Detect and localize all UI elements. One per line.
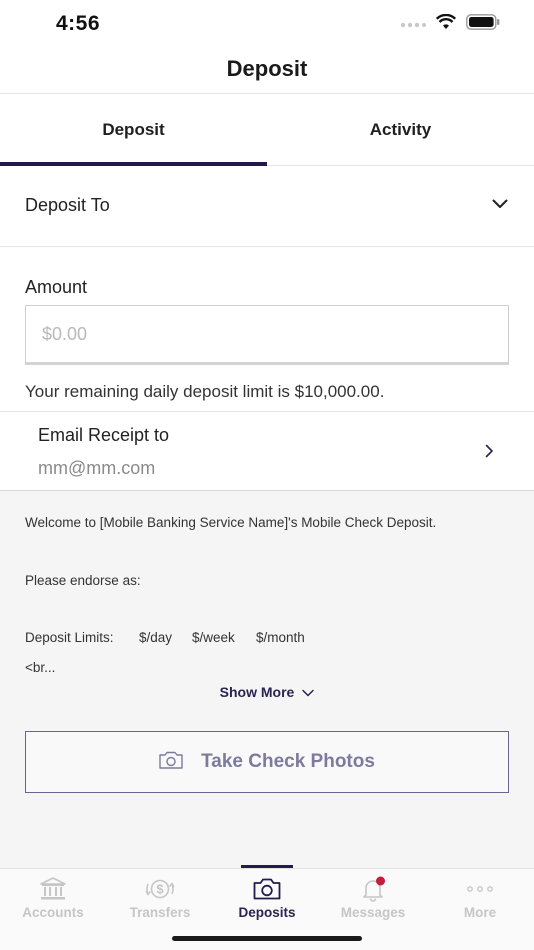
bank-icon (39, 875, 67, 903)
active-tab-indicator (241, 865, 293, 868)
status-time: 4:56 (56, 12, 101, 35)
deposit-info-panel: Welcome to [Mobile Banking Service Name]… (0, 491, 534, 869)
deposit-to-label: Deposit To (25, 195, 110, 215)
wifi-icon (435, 13, 457, 35)
email-receipt-label: Email Receipt to (38, 425, 170, 445)
email-receipt-row[interactable]: Email Receipt to mm@mm.com (0, 411, 534, 491)
take-check-photos-button[interactable]: Take Check Photos (25, 731, 509, 793)
deposit-limits-label: Deposit Limits: (25, 630, 114, 645)
svg-text:$: $ (156, 882, 164, 897)
take-check-photos-label: Take Check Photos (201, 751, 375, 772)
tabbar-item-deposits[interactable]: Deposits (214, 869, 320, 929)
camera-icon (159, 751, 183, 774)
tabbar-item-messages[interactable]: Messages (320, 869, 426, 929)
bell-icon (358, 875, 388, 903)
limit-day: $/day (139, 630, 173, 645)
transfer-dollar-icon: $ (143, 875, 177, 903)
tabbar-label-deposits: Deposits (238, 905, 296, 920)
tab-bar: Deposit Activity (0, 94, 534, 166)
show-more-label: Show More (219, 684, 295, 700)
notification-badge (376, 876, 385, 886)
deposit-limits-row: Deposit Limits: $/day $/week $/month (25, 630, 305, 645)
signal-icon (400, 16, 426, 34)
tab-activity[interactable]: Activity (267, 94, 534, 165)
truncated-text: <br... (25, 660, 56, 675)
status-bar: 4:56 (0, 0, 534, 50)
tabbar-item-transfers[interactable]: $ Transfers (107, 869, 213, 929)
chevron-down-icon (492, 196, 508, 214)
more-dots-icon (466, 875, 494, 903)
endorse-text: Please endorse as: (25, 573, 141, 588)
chevron-down-icon (302, 684, 315, 700)
limit-month: $/month (256, 630, 305, 645)
tabbar-label-more: More (463, 905, 497, 920)
status-icons (400, 13, 500, 35)
tabbar-label-messages: Messages (340, 905, 406, 920)
home-indicator (172, 936, 362, 941)
welcome-text: Welcome to [Mobile Banking Service Name]… (25, 515, 437, 530)
show-more-button[interactable]: Show More (0, 684, 534, 700)
tabbar-item-accounts[interactable]: Accounts (0, 869, 106, 929)
battery-icon (466, 14, 500, 35)
email-receipt-value: mm@mm.com (38, 458, 156, 478)
tab-deposit[interactable]: Deposit (0, 94, 267, 166)
camera-icon (253, 875, 281, 903)
daily-limit-text: Your remaining daily deposit limit is $1… (25, 382, 385, 401)
amount-input[interactable] (25, 305, 509, 365)
limit-week: $/week (192, 630, 235, 645)
amount-label: Amount (25, 277, 88, 297)
deposit-to-select[interactable]: Deposit To (0, 166, 534, 247)
chevron-right-icon (485, 444, 494, 463)
tabbar-label-transfers: Transfers (129, 905, 191, 920)
tabbar-label-accounts: Accounts (22, 905, 84, 920)
page-title: Deposit (226, 56, 308, 81)
tabbar-item-more[interactable]: More (427, 869, 533, 929)
